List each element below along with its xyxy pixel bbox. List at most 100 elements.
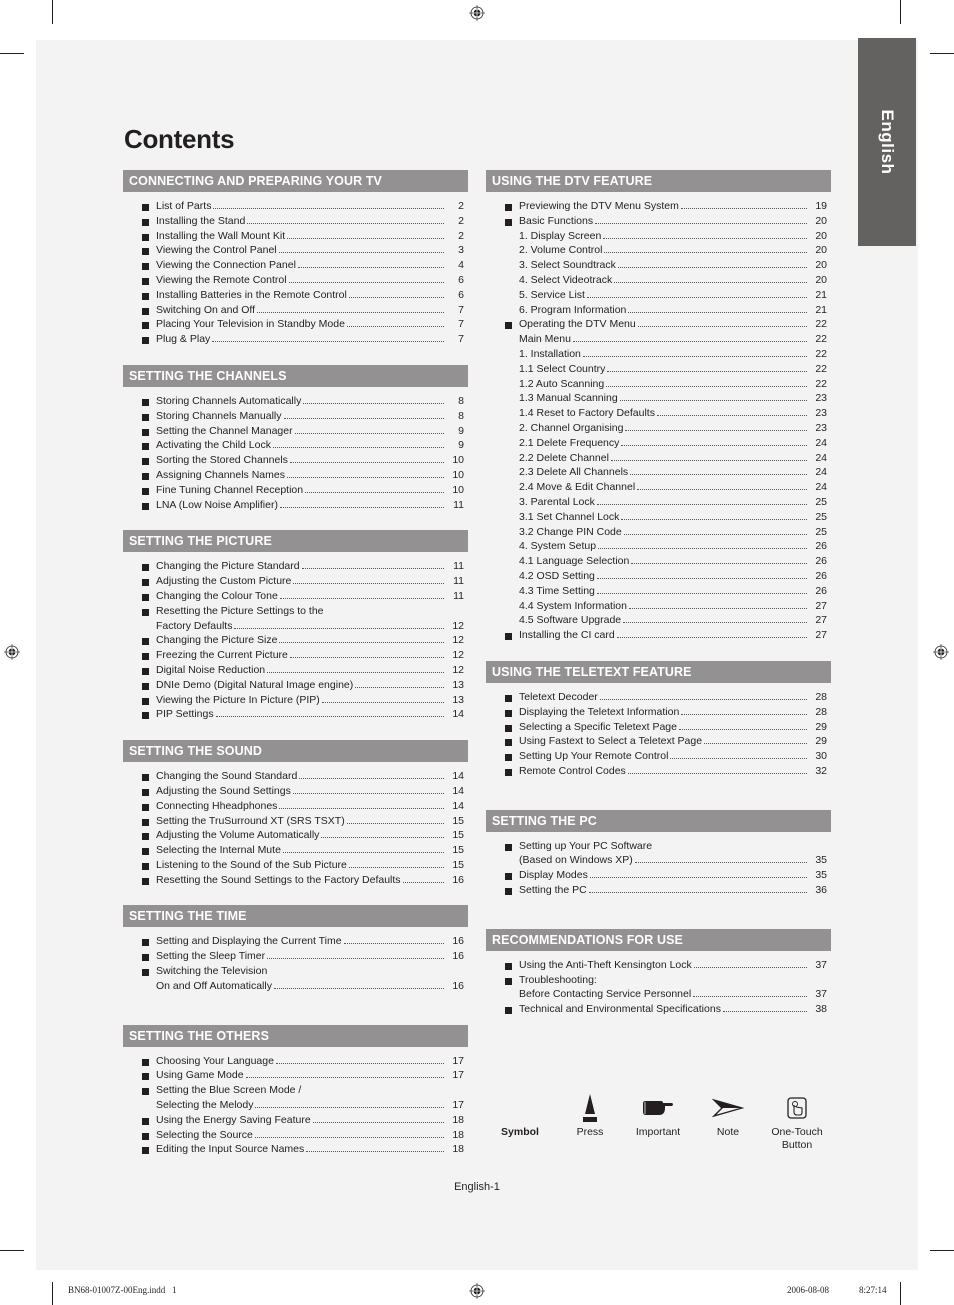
toc-entry[interactable]: Operating the DTV Menu 22 (486, 317, 831, 332)
toc-entry[interactable]: (Based on Windows XP) 35 (486, 853, 831, 868)
toc-entry[interactable]: Switching the Television (123, 964, 468, 979)
toc-entry[interactable]: 6. Program Information 21 (486, 303, 831, 318)
toc-entry[interactable]: Resetting the Sound Settings to the Fact… (123, 873, 468, 888)
toc-entry[interactable]: Factory Defaults 12 (123, 619, 468, 634)
toc-entry[interactable]: Changing the Picture Standard 11 (123, 559, 468, 574)
toc-entry-title: Main Menu (519, 333, 571, 346)
toc-entry[interactable]: 3.2 Change PIN Code 25 (486, 525, 831, 540)
toc-entry[interactable]: 2.3 Delete All Channels 24 (486, 465, 831, 480)
toc-entry[interactable]: Choosing Your Language 17 (123, 1054, 468, 1069)
toc-entry-page: 29 (815, 720, 827, 733)
toc-entry[interactable]: 2. Volume Control 20 (486, 243, 831, 258)
toc-entry[interactable]: Viewing the Picture In Picture (PIP) 13 (123, 693, 468, 708)
toc-entry[interactable]: Storing Channels Automatically 8 (123, 394, 468, 409)
toc-entry[interactable]: Installing the Stand 2 (123, 214, 468, 229)
toc-entry[interactable]: Setting the Channel Manager 9 (123, 424, 468, 439)
toc-entry[interactable]: Viewing the Control Panel 3 (123, 243, 468, 258)
toc-entry[interactable]: Listening to the Sound of the Sub Pictur… (123, 858, 468, 873)
toc-entry[interactable]: 4.2 OSD Setting 26 (486, 569, 831, 584)
toc-entry[interactable]: 4.1 Language Selection 26 (486, 554, 831, 569)
toc-entry[interactable]: 1. Display Screen 20 (486, 229, 831, 244)
toc-entry[interactable]: Selecting the Internal Mute 15 (123, 843, 468, 858)
toc-entry[interactable]: 1.1 Select Country 22 (486, 362, 831, 377)
toc-entry[interactable]: Installing the CI card 27 (486, 628, 831, 643)
toc-entry[interactable]: Selecting the Source 18 (123, 1128, 468, 1143)
toc-entry[interactable]: List of Parts 2 (123, 199, 468, 214)
toc-entry[interactable]: Setting and Displaying the Current Time 1… (123, 934, 468, 949)
toc-entry[interactable]: 4. Select Videotrack 20 (486, 273, 831, 288)
toc-entry[interactable]: 2. Channel Organising 23 (486, 421, 831, 436)
toc-entry[interactable]: 2.4 Move & Edit Channel 24 (486, 480, 831, 495)
toc-entry[interactable]: Remote Control Codes 32 (486, 764, 831, 779)
toc-entry[interactable]: Freezing the Current Picture 12 (123, 648, 468, 663)
toc-entry[interactable]: Changing the Sound Standard 14 (123, 769, 468, 784)
toc-entry[interactable]: Selecting a Specific Teletext Page 29 (486, 720, 831, 735)
toc-entry[interactable]: 4. System Setup 26 (486, 539, 831, 554)
toc-entry[interactable]: Storing Channels Manually 8 (123, 409, 468, 424)
toc-entry-page: 12 (452, 663, 464, 676)
toc-entry[interactable]: Setting the PC 36 (486, 883, 831, 898)
bullet-square-icon (142, 564, 149, 572)
toc-entry[interactable]: Sorting the Stored Channels 10 (123, 453, 468, 468)
toc-entry[interactable]: Setting up Your PC Software (486, 839, 831, 854)
toc-entry[interactable]: Main Menu 22 (486, 332, 831, 347)
toc-entry[interactable]: Installing Batteries in the Remote Contr… (123, 288, 468, 303)
toc-entry[interactable]: Connecting Hheadphones 14 (123, 799, 468, 814)
toc-entry[interactable]: Display Modes 35 (486, 868, 831, 883)
toc-entry[interactable]: Adjusting the Sound Settings 14 (123, 784, 468, 799)
toc-entry-title: Resetting the Sound Settings to the Fact… (156, 873, 401, 886)
toc-entry[interactable]: Technical and Environmental Specificatio… (486, 1002, 831, 1017)
toc-entry[interactable]: 1.2 Auto Scanning 22 (486, 377, 831, 392)
toc-entry[interactable]: PIP Settings 14 (123, 707, 468, 722)
toc-entry[interactable]: Changing the Colour Tone 11 (123, 589, 468, 604)
toc-entry[interactable]: Adjusting the Custom Picture 11 (123, 574, 468, 589)
toc-entry[interactable]: Plug & Play 7 (123, 332, 468, 347)
toc-entry[interactable]: On and Off Automatically 16 (123, 979, 468, 994)
toc-entry[interactable]: Viewing the Remote Control 6 (123, 273, 468, 288)
toc-entry[interactable]: Digital Noise Reduction 12 (123, 663, 468, 678)
toc-entry[interactable]: 4.5 Software Upgrade 27 (486, 613, 831, 628)
page-title: Contents (124, 124, 235, 154)
toc-entry[interactable]: Resetting the Picture Settings to the (123, 604, 468, 619)
toc-entry[interactable]: Troubleshooting: (486, 973, 831, 988)
toc-entry[interactable]: Changing the Picture Size 12 (123, 633, 468, 648)
toc-entry[interactable]: Installing the Wall Mount Kit 2 (123, 229, 468, 244)
toc-entry[interactable]: Using the Energy Saving Feature 18 (123, 1113, 468, 1128)
toc-entry[interactable]: Activating the Child Lock 9 (123, 438, 468, 453)
toc-entry[interactable]: Using Game Mode 17 (123, 1068, 468, 1083)
toc-entry[interactable]: Using Fastext to Select a Teletext Page 2… (486, 734, 831, 749)
toc-entry[interactable]: Setting the Sleep Timer 16 (123, 949, 468, 964)
toc-entry[interactable]: Setting Up Your Remote Control 30 (486, 749, 831, 764)
toc-entry[interactable]: 4.3 Time Setting 26 (486, 584, 831, 599)
toc-entry[interactable]: DNIe Demo (Digital Natural Image engine)… (123, 678, 468, 693)
toc-entry[interactable]: Setting the TruSurround XT (SRS TSXT) 15 (123, 814, 468, 829)
toc-entry[interactable]: Fine Tuning Channel Reception 10 (123, 483, 468, 498)
section-header: SETTING THE CHANNELS (123, 364, 468, 387)
toc-entry[interactable]: Selecting the Melody 17 (123, 1098, 468, 1113)
toc-entry[interactable]: Before Contacting Service Personnel 37 (486, 987, 831, 1002)
toc-entry[interactable]: Displaying the Teletext Information 28 (486, 705, 831, 720)
toc-entry-title: Sorting the Stored Channels (156, 454, 288, 467)
toc-entry[interactable]: Previewing the DTV Menu System 19 (486, 199, 831, 214)
toc-entry[interactable]: LNA (Low Noise Amplifier) 11 (123, 498, 468, 513)
toc-entry[interactable]: Basic Functions 20 (486, 214, 831, 229)
toc-entry[interactable]: Using the Anti-Theft Kensington Lock 37 (486, 958, 831, 973)
toc-entry[interactable]: 5. Service List 21 (486, 288, 831, 303)
toc-entry[interactable]: 1.3 Manual Scanning 23 (486, 391, 831, 406)
toc-entry[interactable]: Assigning Channels Names 10 (123, 468, 468, 483)
toc-entry[interactable]: 1.4 Reset to Factory Defaults 23 (486, 406, 831, 421)
toc-entry[interactable]: Placing Your Television in Standby Mode 7 (123, 317, 468, 332)
toc-entry[interactable]: Editing the Input Source Names 18 (123, 1142, 468, 1157)
toc-entry[interactable]: Viewing the Connection Panel 4 (123, 258, 468, 273)
toc-entry[interactable]: 2.2 Delete Channel 24 (486, 451, 831, 466)
toc-entry[interactable]: 3. Parental Lock 25 (486, 495, 831, 510)
toc-entry[interactable]: 3. Select Soundtrack 20 (486, 258, 831, 273)
toc-entry[interactable]: 1. Installation 22 (486, 347, 831, 362)
toc-entry[interactable]: 3.1 Set Channel Lock 25 (486, 510, 831, 525)
toc-entry[interactable]: Switching On and Off 7 (123, 303, 468, 318)
toc-entry[interactable]: 4.4 System Information 27 (486, 599, 831, 614)
toc-entry[interactable]: Setting the Blue Screen Mode / (123, 1083, 468, 1098)
toc-entry[interactable]: Adjusting the Volume Automatically 15 (123, 828, 468, 843)
toc-entry[interactable]: 2.1 Delete Frequency 24 (486, 436, 831, 451)
toc-entry[interactable]: Teletext Decoder 28 (486, 690, 831, 705)
